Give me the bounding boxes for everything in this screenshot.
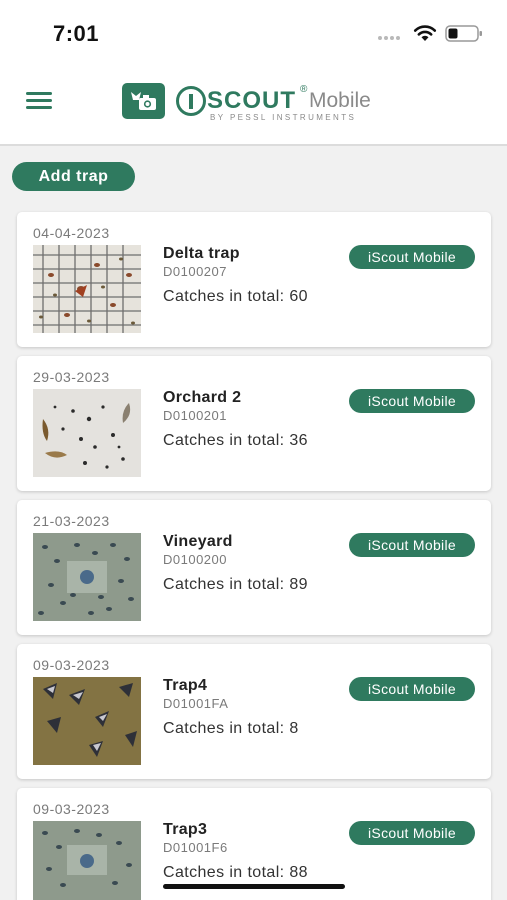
trap-name: Orchard 2 bbox=[163, 389, 242, 406]
trap-id: D0100200 bbox=[163, 552, 227, 567]
trap-catches: Catches in total: 89 bbox=[163, 576, 308, 593]
cellular-signal-icon bbox=[378, 36, 400, 40]
trap-name: Trap4 bbox=[163, 677, 208, 694]
add-trap-button[interactable]: Add trap bbox=[12, 162, 135, 191]
trap-id: D01001FA bbox=[163, 696, 229, 711]
logo-scout-text: SCOUT bbox=[207, 87, 296, 114]
logo-mobile-text: Mobile bbox=[309, 89, 371, 112]
home-indicator[interactable] bbox=[163, 884, 345, 889]
trap-id: D0100207 bbox=[163, 264, 227, 279]
device-type-badge: iScout Mobile bbox=[349, 245, 475, 269]
trap4-photo bbox=[33, 677, 141, 765]
vineyard-trap-photo bbox=[33, 533, 141, 621]
device-type-badge: iScout Mobile bbox=[349, 389, 475, 413]
orchard-trap-photo bbox=[33, 389, 141, 477]
trap-card[interactable]: 29-03-2023 Orchard 2 D0100201 Catches in… bbox=[17, 356, 491, 491]
iscout-mobile-logo: SCOUT ® Mobile BY PESSL INSTRUMENTS bbox=[176, 84, 396, 126]
trap-id: D01001F6 bbox=[163, 840, 228, 855]
device-type-badge: iScout Mobile bbox=[349, 533, 475, 557]
trap-id: D0100201 bbox=[163, 408, 227, 423]
delta-trap-photo bbox=[33, 245, 141, 333]
trap-date: 09-03-2023 bbox=[33, 657, 110, 673]
trap-card[interactable]: 09-03-2023 Trap4 D01001FA Catches in tot… bbox=[17, 644, 491, 779]
trap-catches: Catches in total: 36 bbox=[163, 432, 308, 449]
app-header: SCOUT ® Mobile BY PESSL INSTRUMENTS bbox=[0, 66, 507, 146]
logo-tagline: BY PESSL INSTRUMENTS bbox=[210, 113, 357, 122]
logo-registered-mark: ® bbox=[300, 84, 308, 95]
iscout-logo-icon bbox=[122, 83, 165, 119]
trap-name: Trap3 bbox=[163, 821, 208, 838]
logo-i-mark bbox=[176, 86, 206, 116]
trap-date: 21-03-2023 bbox=[33, 513, 110, 529]
hamburger-menu-icon[interactable] bbox=[26, 92, 52, 112]
trap-name: Delta trap bbox=[163, 245, 240, 262]
status-time: 7:01 bbox=[53, 21, 100, 46]
device-type-badge: iScout Mobile bbox=[349, 821, 475, 845]
trap-date: 29-03-2023 bbox=[33, 369, 110, 385]
trap-name: Vineyard bbox=[163, 533, 233, 550]
trap-date: 09-03-2023 bbox=[33, 801, 110, 817]
screen: 7:01 SCOUT ® Mobile BY PESSL INSTRUMENTS… bbox=[0, 0, 507, 900]
trap-date: 04-04-2023 bbox=[33, 225, 110, 241]
trap-card[interactable]: 21-03-2023 Vineyard D0100200 Catches in … bbox=[17, 500, 491, 635]
trap-catches: Catches in total: 8 bbox=[163, 720, 299, 737]
trap-catches: Catches in total: 88 bbox=[163, 864, 308, 881]
trap-card[interactable]: 04-04-2023 Delta trap D0100207 Catches i… bbox=[17, 212, 491, 347]
wifi-icon bbox=[413, 25, 437, 41]
device-type-badge: iScout Mobile bbox=[349, 677, 475, 701]
battery-icon bbox=[445, 25, 482, 42]
trap-catches: Catches in total: 60 bbox=[163, 288, 308, 305]
status-bar: 7:01 bbox=[0, 0, 507, 66]
trap3-photo bbox=[33, 821, 141, 900]
